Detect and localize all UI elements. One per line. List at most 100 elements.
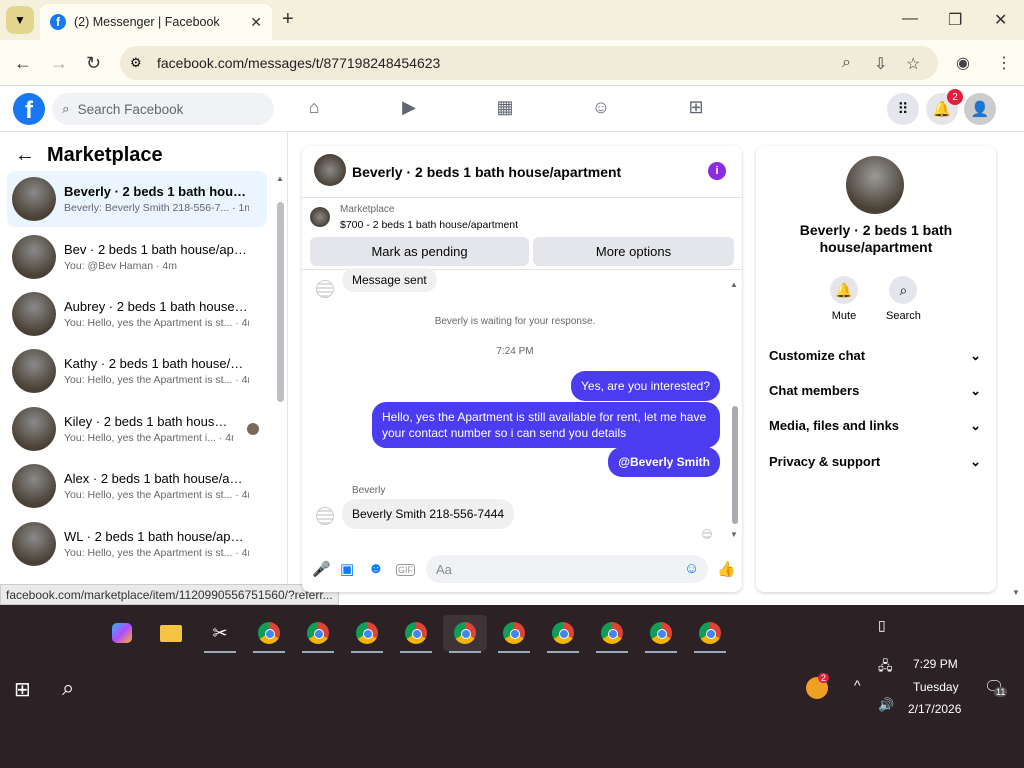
chrome-icon[interactable]	[541, 615, 585, 653]
emoji-icon[interactable]: ☺	[684, 560, 699, 577]
conversation-item[interactable]: Alex · 2 beds 1 bath house/apar... You: H…	[7, 458, 267, 514]
chat-title[interactable]: Beverly · 2 beds 1 bath house/apartment	[352, 164, 621, 180]
clock-time[interactable]: 7:29 PM	[913, 657, 958, 671]
chrome-icon[interactable]	[345, 615, 389, 653]
more-options-button[interactable]: More options	[533, 237, 734, 266]
volume-icon[interactable]: 🔊	[878, 697, 894, 713]
conversation-item[interactable]: Bev · 2 beds 1 bath house/apart... You: @…	[7, 229, 267, 285]
clock-date[interactable]: 2/17/2026	[908, 702, 961, 716]
conversation-item[interactable]: Kathy · 2 beds 1 bath house/apa... You: H…	[7, 343, 267, 399]
mark-as-pending-button[interactable]: Mark as pending	[310, 237, 529, 266]
chat-members-section[interactable]: Chat members ⌄	[769, 383, 981, 399]
close-tab-icon[interactable]: ✕	[250, 14, 262, 31]
conversation-preview: Beverly: Beverly Smith 218-556-7... · 1m	[64, 202, 249, 214]
video-icon[interactable]: ▶	[397, 97, 421, 121]
zoom-icon[interactable]: ⌕	[842, 54, 851, 72]
new-tab-button[interactable]: +	[282, 8, 294, 31]
conversation-name: Bev · 2 beds 1 bath house/apart...	[64, 242, 249, 257]
sidebar-scrollbar[interactable]	[277, 202, 284, 402]
conversation-details-panel: Beverly · 2 beds 1 bath house/apartment …	[756, 146, 996, 592]
message-thread: Message sent Beverly is waiting for your…	[302, 268, 742, 542]
copilot-icon[interactable]	[100, 615, 144, 651]
message-placeholder: Aa	[436, 561, 452, 577]
page-scroll-down-icon[interactable]: ▼	[1012, 588, 1020, 597]
scroll-up-icon[interactable]: ▲	[276, 174, 284, 183]
browser-tab[interactable]: f (2) Messenger | Facebook ✕	[40, 4, 272, 40]
groups-icon[interactable]: ☺	[589, 97, 613, 121]
search-conversation-button[interactable]: ⌕ Search	[886, 276, 921, 322]
customize-chat-section[interactable]: Customize chat ⌄	[769, 348, 981, 364]
gallery-icon[interactable]: ▣	[340, 560, 354, 578]
site-info-icon[interactable]: ⚙	[130, 55, 142, 71]
scroll-down-icon[interactable]: ▼	[730, 530, 738, 539]
chevron-up-icon[interactable]: ^	[854, 677, 861, 693]
profile-icon[interactable]: ◉	[956, 53, 970, 73]
notification-count-badge: 11	[994, 687, 1008, 697]
conversation-item[interactable]: Kiley · 2 beds 1 bath house/a... You: Hel…	[7, 401, 267, 457]
chrome-icon-active[interactable]	[443, 615, 487, 653]
windows-start-icon[interactable]: ⊞	[14, 677, 31, 702]
back-arrow-icon[interactable]: ←	[15, 144, 35, 167]
close-window-icon[interactable]: ✕	[994, 10, 1007, 30]
chat-avatar[interactable]	[314, 154, 346, 186]
scroll-up-icon[interactable]: ▲	[730, 280, 738, 289]
restore-icon[interactable]: ❐	[948, 10, 962, 30]
tab-search-chevron-icon[interactable]: ▼	[6, 6, 34, 34]
chrome-icon[interactable]	[688, 615, 732, 653]
bookmark-star-icon[interactable]: ☆	[906, 54, 920, 74]
gif-icon[interactable]: GIF	[396, 564, 415, 576]
chrome-icon[interactable]	[394, 615, 438, 653]
facebook-search-input[interactable]: ⌕ Search Facebook	[52, 93, 274, 125]
conversation-preview: You: Hello, yes the Apartment is st... ·…	[64, 489, 249, 501]
section-label: Chat members	[769, 383, 860, 398]
conversation-item[interactable]: Beverly · 2 beds 1 bath house/a... Beverl…	[7, 171, 267, 227]
search-placeholder: Search Facebook	[77, 101, 184, 117]
back-icon[interactable]: ←	[14, 53, 32, 74]
network-icon[interactable]: 🖧	[878, 657, 893, 679]
phone-link-icon[interactable]: ▯	[878, 617, 886, 634]
message-bubble-incoming: Message sent	[342, 268, 437, 292]
conversation-name: Kathy · 2 beds 1 bath house/apa...	[64, 356, 249, 371]
message-input[interactable]: Aa	[426, 555, 708, 583]
thread-scrollbar[interactable]	[732, 406, 738, 524]
chrome-icon[interactable]	[639, 615, 683, 653]
conversation-item[interactable]: WL · 2 beds 1 bath house/apart... You: He…	[7, 516, 267, 572]
sender-avatar	[316, 280, 334, 298]
conversation-name: Alex · 2 beds 1 bath house/apar...	[64, 471, 249, 486]
reload-icon[interactable]: ↻	[86, 53, 101, 74]
forward-icon[interactable]: →	[50, 53, 68, 74]
search-icon[interactable]: ⌕	[62, 675, 74, 701]
listing-title[interactable]: $700 - 2 beds 1 bath house/apartment	[340, 219, 518, 231]
app-icon[interactable]: ✂	[198, 615, 242, 653]
home-icon[interactable]: ⌂	[302, 97, 326, 121]
install-app-icon[interactable]: ⇩	[874, 54, 887, 74]
address-bar[interactable]: ⚙ facebook.com/messages/t/87719824845462…	[120, 46, 938, 80]
listing-thumbnail[interactable]	[310, 207, 330, 227]
conversation-item[interactable]: Aubrey · 2 beds 1 bath house/a... You: He…	[7, 286, 267, 342]
mute-button[interactable]: 🔔 Mute	[830, 276, 858, 322]
account-avatar[interactable]: 👤	[964, 93, 996, 125]
chrome-icon[interactable]	[590, 615, 634, 653]
message-bubble-outgoing: Hello, yes the Apartment is still availa…	[372, 402, 720, 448]
menu-grid-icon[interactable]: ⠿	[887, 93, 919, 125]
clock-day[interactable]: Tuesday	[913, 680, 959, 694]
marketplace-icon[interactable]: ▦	[493, 97, 517, 121]
info-icon[interactable]: i	[708, 162, 726, 180]
privacy-support-section[interactable]: Privacy & support ⌄	[769, 454, 981, 470]
file-explorer-icon[interactable]	[149, 615, 193, 651]
gaming-icon[interactable]: ⊞	[684, 97, 708, 121]
chrome-icon[interactable]	[296, 615, 340, 653]
microphone-icon[interactable]: 🎤	[312, 560, 331, 578]
chrome-icon[interactable]	[247, 615, 291, 653]
like-thumbs-up-icon[interactable]: 👍	[717, 560, 736, 578]
address-toolbar: ← → ↻ ⚙ facebook.com/messages/t/87719824…	[0, 40, 1024, 86]
facebook-logo-icon[interactable]: f	[13, 93, 45, 125]
browser-menu-icon[interactable]: ⋮	[996, 53, 1012, 73]
minimize-icon[interactable]: —	[902, 10, 918, 28]
conversation-avatar	[12, 349, 56, 393]
media-files-links-section[interactable]: Media, files and links ⌄	[769, 418, 981, 434]
conversation-avatar	[12, 177, 56, 221]
sticker-icon[interactable]: ☻	[368, 560, 384, 577]
conversation-name: Aubrey · 2 beds 1 bath house/a...	[64, 299, 249, 314]
chrome-icon[interactable]	[492, 615, 536, 653]
